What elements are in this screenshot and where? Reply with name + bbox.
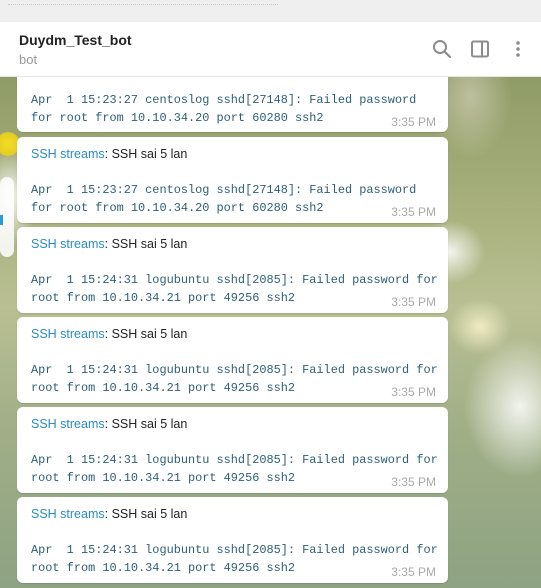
cut-off-content: [8, 0, 278, 5]
sender-link[interactable]: SSH streams: [31, 327, 105, 341]
sender-link[interactable]: SSH streams: [31, 417, 105, 431]
chat-subtitle: bot: [19, 52, 38, 67]
more-vertical-icon[interactable]: [508, 39, 528, 59]
chat-header: Duydm_Test_bot bot: [0, 22, 541, 77]
message-time: 3:35 PM: [391, 115, 436, 129]
message-header: SSH streams: SSH sai 5 lan: [31, 237, 187, 251]
sender-link[interactable]: SSH streams: [31, 147, 105, 161]
message-line-1: Apr 1 15:24:31 logubuntu sshd[2085]: Fai…: [31, 363, 438, 377]
message-line-2: root from 10.10.34.21 port 49256 ssh2: [31, 471, 296, 485]
message-line-2: for root from 10.10.34.20 port 60280 ssh…: [31, 201, 324, 215]
message-time: 3:35 PM: [391, 205, 436, 219]
message-line-1: Apr 1 15:24:31 logubuntu sshd[2085]: Fai…: [31, 453, 438, 467]
message-line-2: root from 10.10.34.21 port 49256 ssh2: [31, 381, 296, 395]
message-text: : SSH sai 5 lan: [104, 237, 188, 251]
message-time: 3:35 PM: [391, 295, 436, 309]
message-line-2: root from 10.10.34.21 port 49256 ssh2: [31, 291, 296, 305]
message-line-2: for root from 10.10.34.20 port 60280 ssh…: [31, 111, 324, 125]
message-header: SSH streams: SSH sai 5 lan: [31, 327, 187, 341]
message-header: SSH streams: SSH sai 5 lan: [31, 507, 187, 521]
message-bubble[interactable]: Apr 1 15:23:27 centoslog sshd[27148]: Fa…: [17, 77, 448, 132]
message-line-1: Apr 1 15:24:31 logubuntu sshd[2085]: Fai…: [31, 273, 438, 287]
message-header: SSH streams: SSH sai 5 lan: [31, 147, 187, 161]
sender-link[interactable]: SSH streams: [31, 507, 105, 521]
message-line-1: Apr 1 15:23:27 centoslog sshd[27148]: Fa…: [31, 93, 417, 107]
message-time: 3:35 PM: [391, 475, 436, 489]
message-bubble[interactable]: SSH streams: SSH sai 5 lan Apr 1 15:24:3…: [17, 227, 448, 313]
message-bubble[interactable]: SSH streams: SSH sai 5 lan Apr 1 15:24:3…: [17, 407, 448, 493]
message-bubble[interactable]: SSH streams: SSH sai 5 lan Apr 1 15:24:3…: [17, 497, 448, 583]
sidebar-toggle-icon[interactable]: [470, 39, 490, 59]
message-bubble[interactable]: SSH streams: SSH sai 5 lan Apr 1 15:23:2…: [17, 137, 448, 223]
chat-title[interactable]: Duydm_Test_bot: [19, 32, 132, 48]
message-line-1: Apr 1 15:23:27 centoslog sshd[27148]: Fa…: [31, 183, 417, 197]
message-text: : SSH sai 5 lan: [104, 507, 188, 521]
message-header: SSH streams: SSH sai 5 lan: [31, 417, 187, 431]
window-top-strip: [0, 0, 541, 23]
message-time: 3:35 PM: [391, 385, 436, 399]
message-text: : SSH sai 5 lan: [104, 417, 188, 431]
message-bubble[interactable]: SSH streams: SSH sai 5 lan Apr 1 15:24:3…: [17, 317, 448, 403]
message-time: 3:35 PM: [391, 565, 436, 579]
selection-marker: [0, 215, 3, 225]
search-icon[interactable]: [432, 39, 452, 59]
message-line-1: Apr 1 15:24:31 logubuntu sshd[2085]: Fai…: [31, 543, 438, 557]
chat-area[interactable]: Apr 1 15:23:27 centoslog sshd[27148]: Fa…: [0, 77, 541, 588]
message-line-2: root from 10.10.34.21 port 49256 ssh2: [31, 561, 296, 575]
sender-link[interactable]: SSH streams: [31, 237, 105, 251]
message-text: : SSH sai 5 lan: [104, 327, 188, 341]
message-text: : SSH sai 5 lan: [104, 147, 188, 161]
